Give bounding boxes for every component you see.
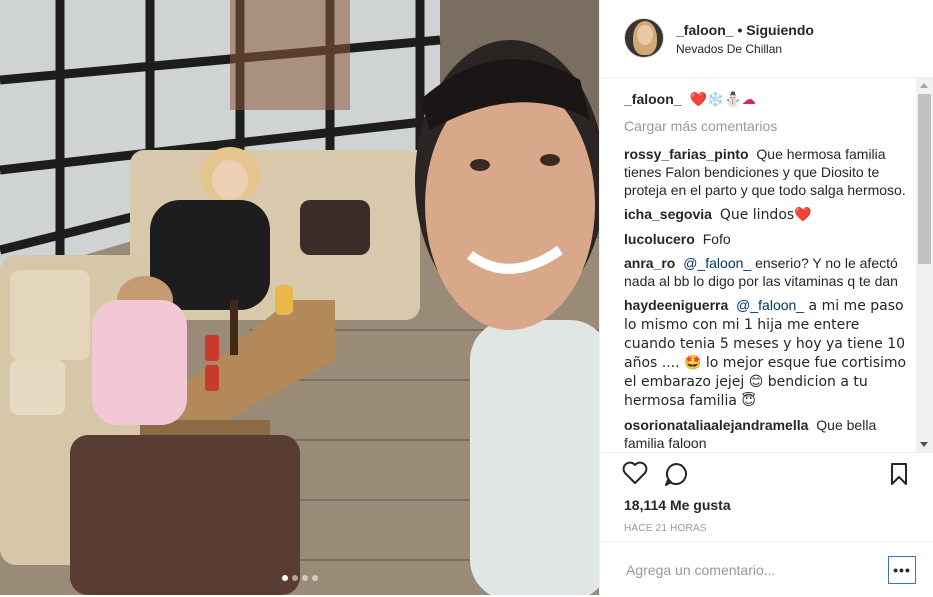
comment-mention[interactable]: @_faloon_	[736, 297, 804, 313]
avatar[interactable]	[624, 18, 664, 58]
comment-username[interactable]: lucolucero	[624, 231, 695, 247]
post-timestamp[interactable]: HACE 21 HORAS	[624, 523, 707, 534]
comment-item: icha_segovia Que lindos❤️	[624, 205, 912, 224]
following-button[interactable]: Siguiendo	[746, 22, 814, 38]
bookmark-icon[interactable]	[888, 461, 910, 487]
scroll-thumb[interactable]	[918, 94, 931, 264]
instagram-post-view: _faloon_ • Siguiendo Nevados De Chillan …	[0, 0, 933, 595]
comment-item: rossy_farias_pinto Que hermosa familia t…	[624, 145, 912, 199]
comment-icon[interactable]	[663, 461, 689, 487]
add-comment-section: •••	[600, 541, 933, 597]
comment-text: Fofo	[702, 231, 731, 247]
more-options-button[interactable]: •••	[888, 556, 916, 584]
scroll-down-arrow-icon[interactable]	[920, 442, 928, 447]
comment-item: osorionataliaalejandramella Que bella fa…	[624, 416, 912, 452]
comment-username[interactable]: icha_segovia	[624, 206, 712, 222]
comment-mention[interactable]: @_faloon_	[683, 255, 751, 271]
avatar-face	[637, 25, 653, 45]
carousel-dot-active[interactable]	[281, 575, 288, 581]
heart-icon[interactable]	[622, 461, 648, 485]
carousel-dot[interactable]	[311, 575, 318, 581]
comment-text: Que lindos❤️	[719, 207, 812, 223]
carousel-dots	[0, 575, 599, 581]
carousel-dot[interactable]	[301, 575, 308, 581]
comment-text: a mi me paso lo mismo con mi 1 hija me e…	[624, 298, 907, 409]
comments-scrollbar[interactable]	[916, 78, 933, 452]
comment-item: lucolucero Fofo	[624, 230, 912, 248]
comment-item: haydeeniguerra @_faloon_ a mi me paso lo…	[624, 296, 912, 410]
comments-list: _faloon_ ❤️❄️⛄☁ Cargar más comentarios r…	[624, 90, 912, 452]
comment-username[interactable]: haydeeniguerra	[624, 297, 728, 313]
load-more-comments[interactable]: Cargar más comentarios	[624, 117, 912, 135]
post-actions: 18,114 Me gusta HACE 21 HORAS •••	[600, 452, 933, 596]
likes-count[interactable]: 18,114 Me gusta	[624, 497, 731, 513]
scroll-up-arrow-icon[interactable]	[920, 83, 928, 88]
location-link[interactable]: Nevados De Chillan	[676, 42, 782, 56]
comment-username[interactable]: osorionataliaalejandramella	[624, 417, 808, 433]
caption-text: ❤️❄️⛄☁	[689, 92, 756, 108]
caption-username[interactable]: _faloon_	[624, 91, 682, 107]
comment-item: anra_ro @_faloon_ enserio? Y no le afect…	[624, 254, 912, 290]
caption: _faloon_ ❤️❄️⛄☁	[624, 90, 912, 109]
comment-username[interactable]: rossy_farias_pinto	[624, 146, 749, 162]
carousel-dot[interactable]	[291, 575, 298, 581]
post-photo[interactable]	[0, 0, 599, 595]
header-username-row: _faloon_ • Siguiendo	[676, 22, 814, 38]
separator-dot: •	[737, 22, 747, 38]
comment-username[interactable]: anra_ro	[624, 255, 675, 271]
add-comment-input[interactable]	[624, 558, 868, 582]
post-side-panel: _faloon_ • Siguiendo Nevados De Chillan …	[599, 0, 933, 595]
username-link[interactable]: _faloon_	[676, 22, 734, 38]
post-header: _faloon_ • Siguiendo Nevados De Chillan	[600, 0, 933, 78]
photo-illustration	[0, 0, 599, 595]
